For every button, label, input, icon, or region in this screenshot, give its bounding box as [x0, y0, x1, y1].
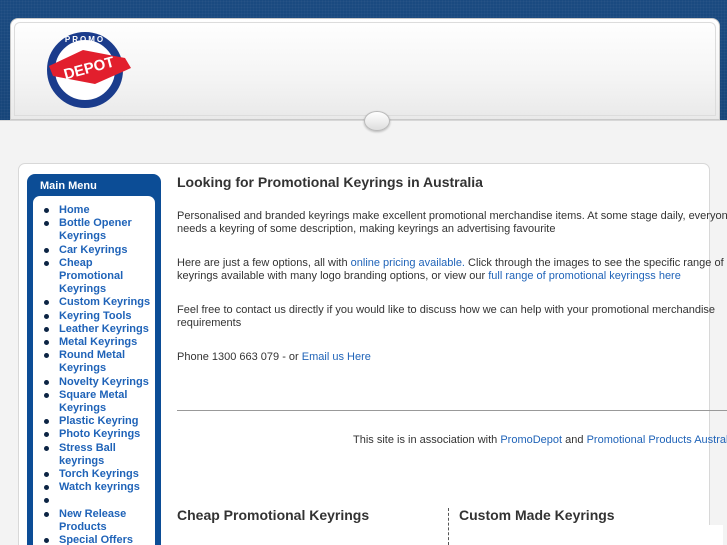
promodepot-link[interactable]: PromoDepot: [500, 434, 562, 446]
phone-paragraph: Phone 1300 663 079 - or Email us Here: [177, 351, 727, 364]
corner-box: [703, 525, 723, 545]
menu-item-metal-keyrings[interactable]: Metal Keyrings: [41, 336, 153, 349]
page-title: Looking for Promotional Keyrings in Aust…: [177, 174, 483, 190]
intro-paragraph: Personalised and branded keyrings make e…: [177, 210, 727, 236]
main-content: Looking for Promotional Keyrings in Aust…: [177, 172, 727, 385]
menu-item-car-keyrings[interactable]: Car Keyrings: [41, 244, 153, 257]
menu-item-torch-keyrings[interactable]: Torch Keyrings: [41, 468, 153, 481]
menu-item-photo-keyrings[interactable]: Photo Keyrings: [41, 428, 153, 441]
menu-title: Main Menu: [40, 180, 97, 192]
options-paragraph: Here are just a few options, all with on…: [177, 257, 727, 283]
full-range-link[interactable]: full range of promotional keyringss here: [488, 270, 681, 282]
content-divider: [177, 410, 727, 411]
options-text-3: keyrings available with many logo brandi…: [177, 270, 489, 282]
menu-item-special-offers[interactable]: Special Offers: [41, 534, 153, 545]
promo-depot-logo[interactable]: DEPOT PROMO: [33, 28, 137, 112]
contact-line-2: requirements: [177, 317, 242, 329]
association-text: This site is in association with: [353, 434, 501, 446]
svg-text:PROMO: PROMO: [65, 35, 105, 44]
menu-item-new-release-products[interactable]: New Release Products: [41, 508, 153, 534]
menu-item-square-metal-keyrings[interactable]: Square Metal Keyrings: [41, 389, 153, 415]
contact-paragraph: Feel free to contact us directly if you …: [177, 304, 727, 330]
association-and: and: [562, 434, 587, 446]
section-title-cheap-keyrings: Cheap Promotional Keyrings: [177, 507, 370, 523]
menu-item-novelty-keyrings[interactable]: Novelty Keyrings: [41, 376, 153, 389]
association-note: This site is in association with PromoDe…: [353, 434, 727, 446]
menu-box: Home Bottle Opener Keyrings Car Keyrings…: [33, 196, 155, 545]
phone-text: Phone 1300 663 079 - or: [177, 351, 302, 363]
menu-item-home[interactable]: Home: [41, 204, 153, 217]
intro-line-1: Personalised and branded keyrings make e…: [177, 210, 727, 222]
menu-item-empty: [41, 494, 153, 507]
menu-item-stress-ball-keyrings[interactable]: Stress Ball keyrings: [41, 442, 153, 468]
menu-item-custom-keyrings[interactable]: Custom Keyrings: [41, 296, 153, 309]
sidebar: Main Menu Home Bottle Opener Keyrings Ca…: [27, 174, 161, 545]
contact-line-1: Feel free to contact us directly if you …: [177, 304, 716, 316]
intro-line-2: needs a keyring of some description, mak…: [177, 223, 556, 235]
menu-item-keyring-tools[interactable]: Keyring Tools: [41, 310, 153, 323]
menu-item-bottle-opener-keyrings[interactable]: Bottle Opener Keyrings: [41, 217, 153, 243]
menu-item-round-metal-keyrings[interactable]: Round Metal Keyrings: [41, 349, 153, 375]
promotional-products-australia-link[interactable]: Promotional Products Australia: [587, 434, 727, 446]
menu-item-cheap-promotional-keyrings[interactable]: Cheap Promotional Keyrings: [41, 257, 153, 297]
column-divider: [448, 508, 449, 545]
menu-item-leather-keyrings[interactable]: Leather Keyrings: [41, 323, 153, 336]
section-title-custom-keyrings: Custom Made Keyrings: [459, 507, 615, 523]
menu-item-watch-keyrings[interactable]: Watch keyrings: [41, 481, 153, 494]
site-header: DEPOT PROMO: [10, 18, 720, 120]
options-text-1: Here are just a few options, all with: [177, 257, 351, 269]
main-menu: Home Bottle Opener Keyrings Car Keyrings…: [41, 204, 153, 545]
menu-item-plastic-keyring[interactable]: Plastic Keyring: [41, 415, 153, 428]
collapse-handle[interactable]: [364, 111, 390, 131]
online-pricing-link[interactable]: online pricing available.: [351, 257, 465, 269]
options-text-2: Click through the images to see the spec…: [465, 257, 724, 269]
email-link[interactable]: Email us Here: [302, 351, 371, 363]
